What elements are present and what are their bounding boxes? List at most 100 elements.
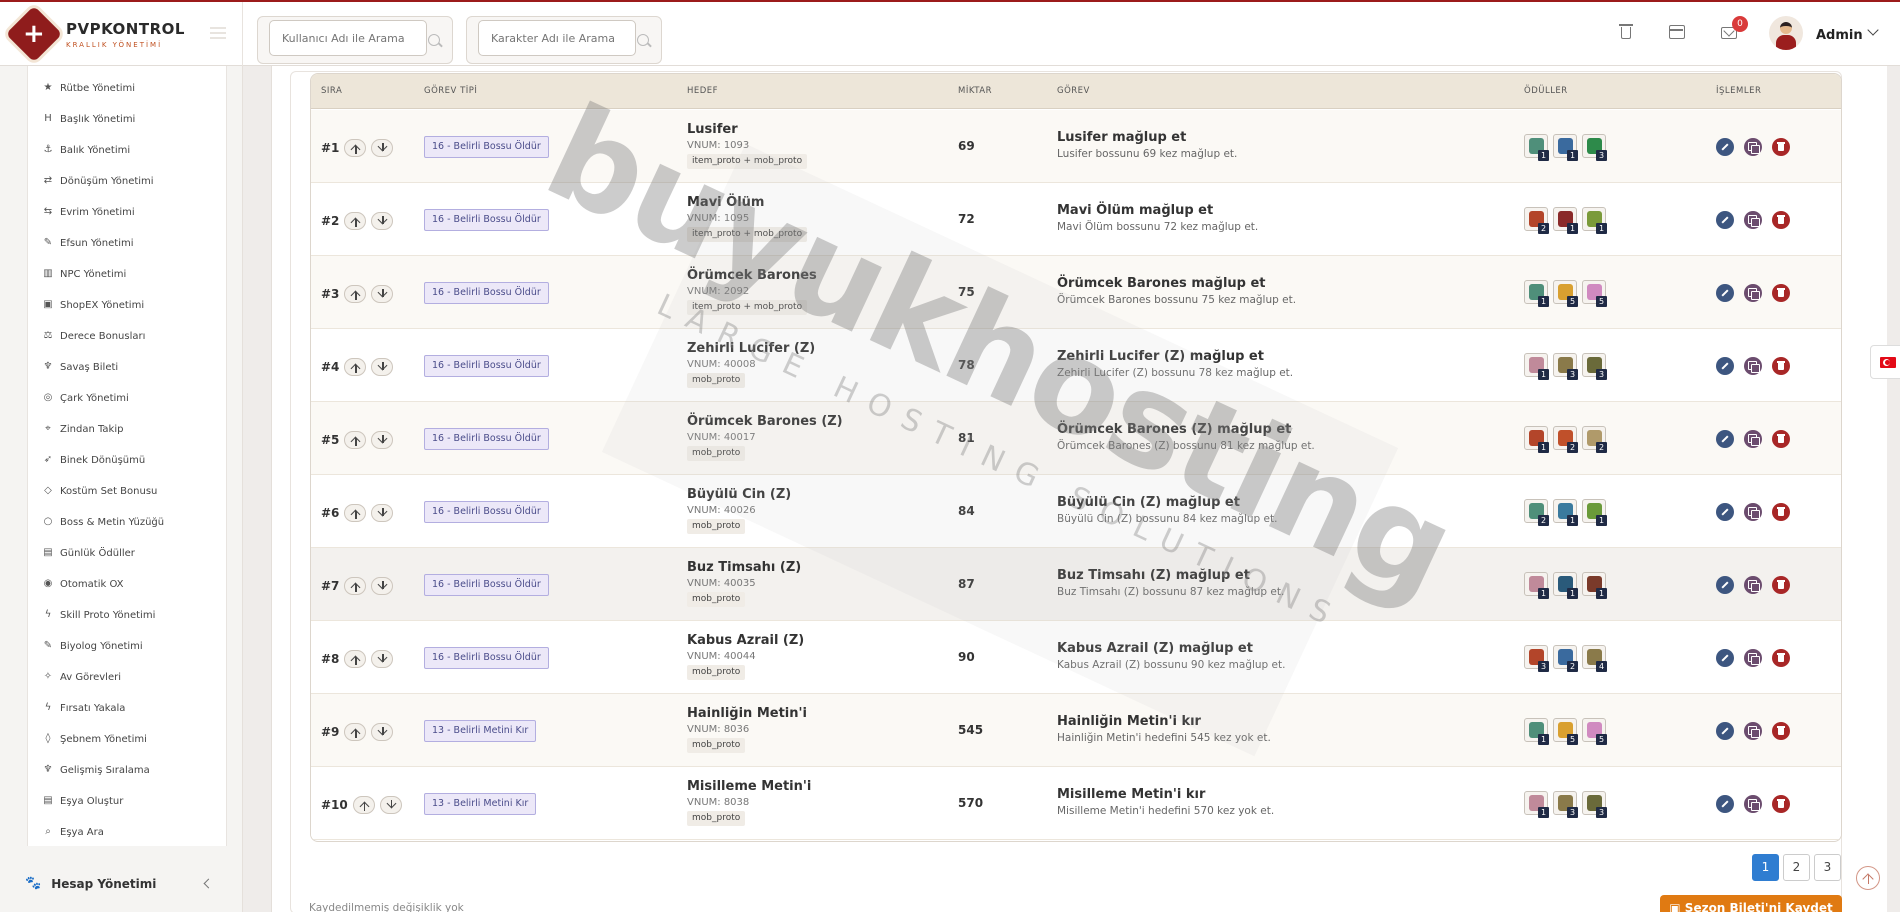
reward-item-icon[interactable]: 3 xyxy=(1553,353,1578,380)
reward-item-icon[interactable]: 1 xyxy=(1524,426,1549,453)
sidebar-item[interactable]: ⌕ Eşya Ara xyxy=(43,822,104,842)
reward-item-icon[interactable]: 1 xyxy=(1524,791,1549,818)
move-down-icon[interactable] xyxy=(371,358,394,376)
edit-icon[interactable] xyxy=(1716,795,1734,813)
sidebar-item[interactable]: ϟ Fırsatı Yakala xyxy=(43,698,126,718)
sidebar-item[interactable]: ▤ Eşya Oluştur xyxy=(43,791,123,811)
move-down-icon[interactable] xyxy=(371,431,394,449)
move-down-icon[interactable] xyxy=(379,796,402,814)
reward-item-icon[interactable]: 1 xyxy=(1553,207,1578,234)
edit-icon[interactable] xyxy=(1716,722,1734,740)
sidebar-item[interactable]: ◇ Kostüm Set Bonusu xyxy=(43,481,157,501)
move-up-icon[interactable] xyxy=(344,504,367,522)
sidebar-item[interactable]: ♆ Savaş Bileti xyxy=(43,357,119,377)
sidebar-item[interactable]: ⇄ Dönüşüm Yönetimi xyxy=(43,171,154,191)
move-up-icon[interactable] xyxy=(344,212,367,230)
delete-icon[interactable] xyxy=(1772,357,1790,375)
sidebar-item[interactable]: ◎ Çark Yönetimi xyxy=(43,388,129,408)
move-up-icon[interactable] xyxy=(344,650,367,668)
delete-icon[interactable] xyxy=(1772,722,1790,740)
move-down-icon[interactable] xyxy=(371,650,394,668)
move-up-icon[interactable] xyxy=(352,796,375,814)
copy-icon[interactable] xyxy=(1744,211,1762,229)
move-down-icon[interactable] xyxy=(371,139,394,157)
char-search-input[interactable] xyxy=(478,20,636,56)
language-switcher[interactable] xyxy=(1870,345,1900,379)
sidebar-item[interactable]: ◉ Otomatik OX xyxy=(43,574,124,594)
user-search-input[interactable] xyxy=(269,20,427,56)
reward-item-icon[interactable]: 1 xyxy=(1553,134,1578,161)
brand[interactable]: + PVPKONTROL KRALLIK YÖNETİMİ xyxy=(0,2,243,66)
copy-icon[interactable] xyxy=(1744,649,1762,667)
sidebar-item[interactable]: ⚓ Balık Yönetimi xyxy=(43,140,131,160)
chevron-left-icon[interactable] xyxy=(203,878,214,889)
sidebar-item[interactable]: ⌖ Zindan Takip xyxy=(43,419,123,439)
reward-item-icon[interactable]: 3 xyxy=(1582,134,1607,161)
edit-icon[interactable] xyxy=(1716,430,1734,448)
sidebar-item[interactable]: H Başlık Yönetimi xyxy=(43,109,135,129)
page-button-1[interactable]: 1 xyxy=(1752,854,1779,881)
reward-item-icon[interactable]: 1 xyxy=(1582,207,1607,234)
edit-icon[interactable] xyxy=(1716,649,1734,667)
menu-toggle-icon[interactable] xyxy=(210,27,226,39)
reward-item-icon[interactable]: 1 xyxy=(1582,499,1607,526)
move-down-icon[interactable] xyxy=(371,285,394,303)
chevron-down-icon[interactable] xyxy=(1867,24,1879,36)
reward-item-icon[interactable]: 5 xyxy=(1553,280,1578,307)
avatar[interactable] xyxy=(1769,16,1803,50)
copy-icon[interactable] xyxy=(1744,722,1762,740)
copy-icon[interactable] xyxy=(1744,430,1762,448)
reward-item-icon[interactable]: 1 xyxy=(1524,280,1549,307)
sidebar-item[interactable]: ✧ Av Görevleri xyxy=(43,667,121,687)
user-name[interactable]: Admin xyxy=(1816,28,1863,43)
reward-item-icon[interactable]: 1 xyxy=(1524,572,1549,599)
move-up-icon[interactable] xyxy=(344,139,367,157)
sidebar-item[interactable]: ★ Rütbe Yönetimi xyxy=(43,78,136,98)
delete-icon[interactable] xyxy=(1772,138,1790,156)
scroll-to-top-button[interactable] xyxy=(1856,866,1880,890)
reward-item-icon[interactable]: 3 xyxy=(1582,791,1607,818)
reward-item-icon[interactable]: 2 xyxy=(1553,645,1578,672)
trash-icon[interactable] xyxy=(1617,22,1635,42)
reward-item-icon[interactable]: 1 xyxy=(1582,572,1607,599)
reward-item-icon[interactable]: 1 xyxy=(1524,353,1549,380)
edit-icon[interactable] xyxy=(1716,357,1734,375)
delete-icon[interactable] xyxy=(1772,649,1790,667)
calendar-icon[interactable] xyxy=(1668,22,1686,42)
delete-icon[interactable] xyxy=(1772,576,1790,594)
delete-icon[interactable] xyxy=(1772,503,1790,521)
sidebar-item[interactable]: ▥ NPC Yönetimi xyxy=(43,264,126,284)
move-up-icon[interactable] xyxy=(344,723,367,741)
move-down-icon[interactable] xyxy=(371,723,394,741)
sidebar-item[interactable]: ▣ ShopEX Yönetimi xyxy=(43,295,144,315)
sidebar-item[interactable]: ⚖ Derece Bonusları xyxy=(43,326,146,346)
reward-item-icon[interactable]: 4 xyxy=(1582,645,1607,672)
delete-icon[interactable] xyxy=(1772,795,1790,813)
copy-icon[interactable] xyxy=(1744,138,1762,156)
sidebar-item[interactable]: ▤ Günlük Ödüller xyxy=(43,543,135,563)
page-button-3[interactable]: 3 xyxy=(1814,854,1841,881)
delete-icon[interactable] xyxy=(1772,211,1790,229)
move-down-icon[interactable] xyxy=(371,212,394,230)
move-down-icon[interactable] xyxy=(371,577,394,595)
reward-item-icon[interactable]: 1 xyxy=(1524,718,1549,745)
sidebar-item[interactable]: ○ Boss & Metin Yüzüğü xyxy=(43,512,165,532)
reward-item-icon[interactable]: 2 xyxy=(1524,207,1549,234)
copy-icon[interactable] xyxy=(1744,284,1762,302)
reward-item-icon[interactable]: 2 xyxy=(1582,426,1607,453)
reward-item-icon[interactable]: 2 xyxy=(1524,499,1549,526)
edit-icon[interactable] xyxy=(1716,503,1734,521)
reward-item-icon[interactable]: 2 xyxy=(1553,426,1578,453)
search-icon[interactable] xyxy=(637,34,649,46)
move-down-icon[interactable] xyxy=(371,504,394,522)
move-up-icon[interactable] xyxy=(344,285,367,303)
reward-item-icon[interactable]: 5 xyxy=(1582,280,1607,307)
sidebar-item[interactable]: ➶ Binek Dönüşümü xyxy=(43,450,145,470)
sidebar-item[interactable]: ϟ Skill Proto Yönetimi xyxy=(43,605,156,625)
sidebar-item-account[interactable]: 🐾 Hesap Yönetimi xyxy=(25,876,225,891)
copy-icon[interactable] xyxy=(1744,503,1762,521)
reward-item-icon[interactable]: 5 xyxy=(1553,718,1578,745)
sidebar-item[interactable]: ✎ Biyolog Yönetimi xyxy=(43,636,143,656)
delete-icon[interactable] xyxy=(1772,284,1790,302)
sidebar-item[interactable]: ♆ Gelişmiş Sıralama xyxy=(43,760,150,780)
